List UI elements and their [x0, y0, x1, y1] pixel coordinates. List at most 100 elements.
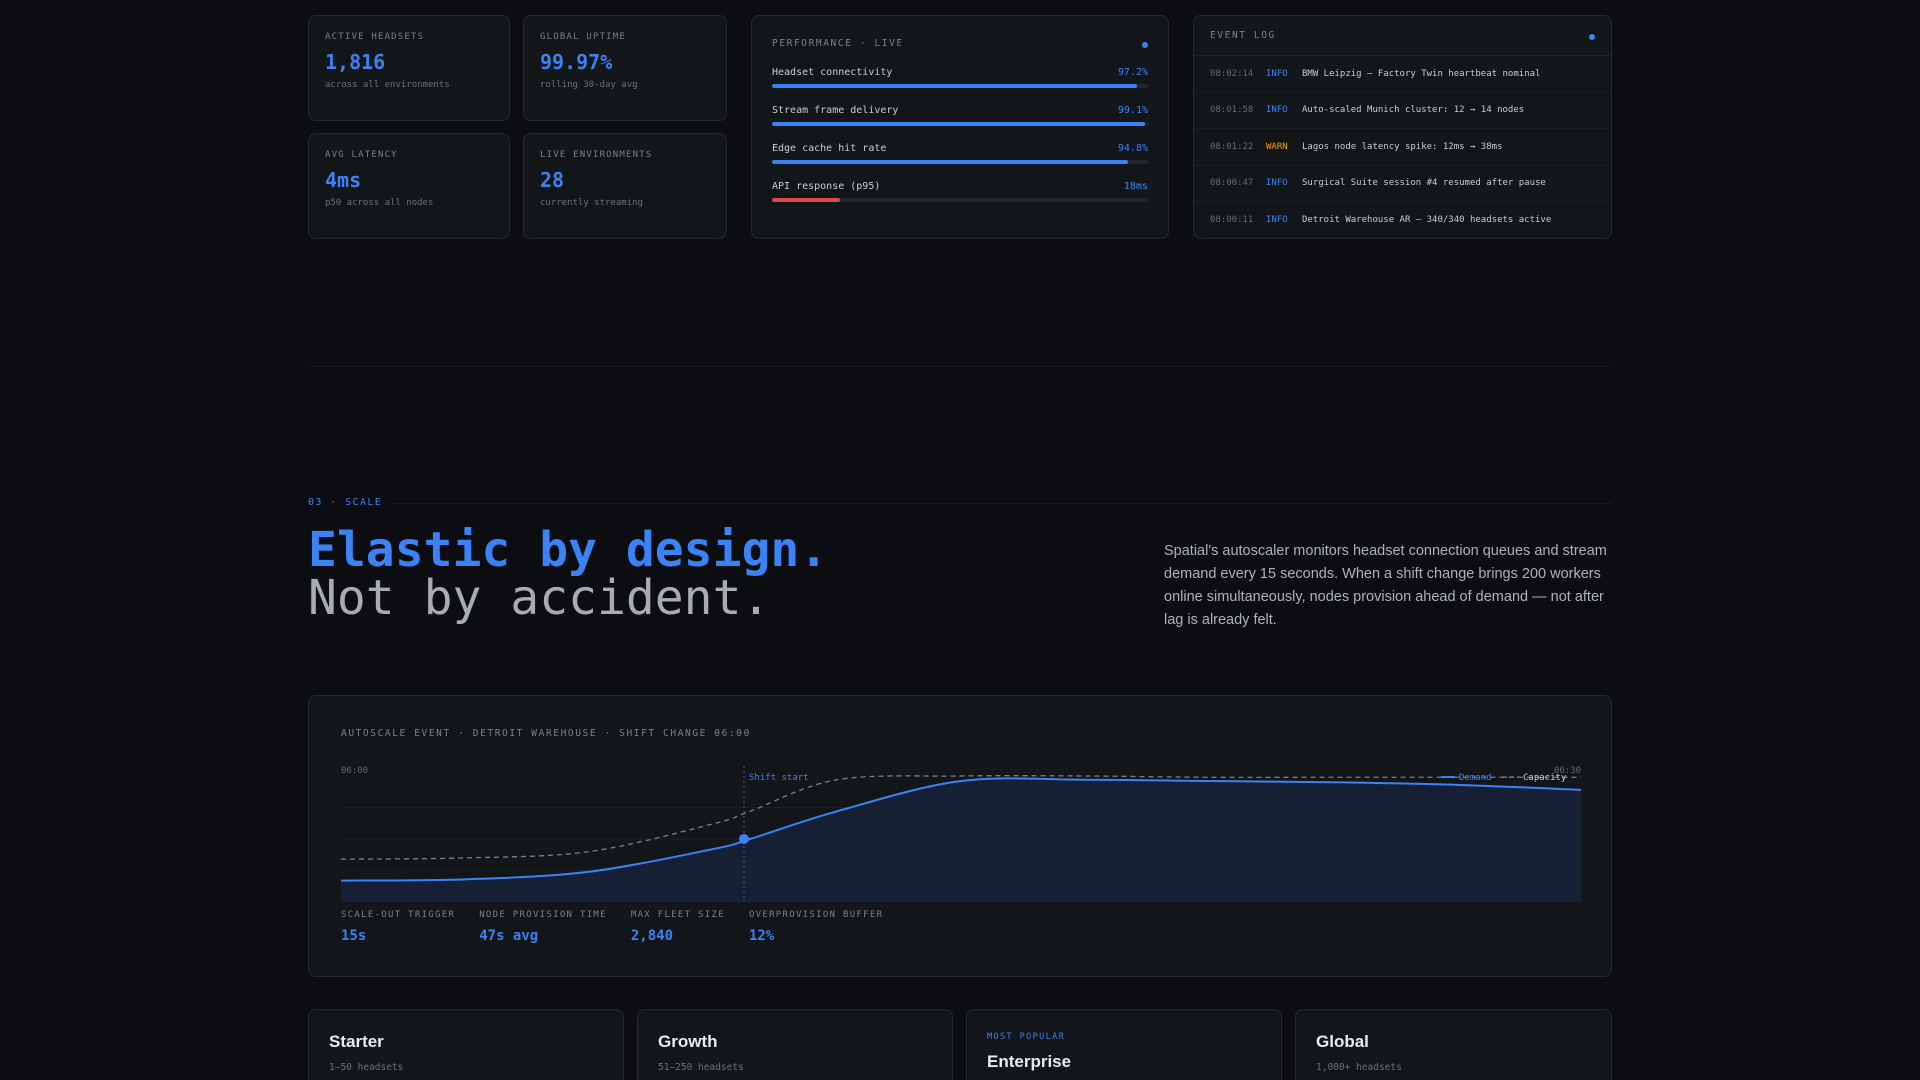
stat-sub: p50 across all nodes: [325, 198, 434, 208]
metric-bar-fill: [772, 160, 1129, 164]
metric-label: Edge cache hit rate: [772, 143, 887, 154]
stat-card-active-headsets: ACTIVE HEADSETS 1,816 across all environ…: [308, 15, 510, 121]
log-message: Detroit Warehouse AR — 340/340 headsets …: [1302, 215, 1552, 226]
log-message: Surgical Suite session #4 resumed after …: [1302, 178, 1546, 189]
log-level: INFO: [1266, 68, 1288, 79]
metric-value: 99.1%: [1117, 105, 1148, 116]
performance-metric: Edge cache hit rate 94.8%: [772, 143, 1148, 164]
metric-bar: [772, 84, 1148, 88]
log-time: 08:02:14: [1210, 68, 1254, 79]
log-time: 08:01:22: [1210, 141, 1254, 152]
metric-bar: [772, 198, 1148, 202]
live-indicator-icon: [1142, 42, 1148, 48]
live-indicator-icon: [1589, 34, 1595, 40]
autoscale-stat-label: SCALE-OUT TRIGGER: [341, 910, 456, 920]
stat-value: 28: [540, 168, 565, 192]
autoscale-stat: NODE PROVISION TIME 47s avg: [479, 910, 607, 944]
event-log-row[interactable]: 08:01:58 INFO Auto-scaled Munich cluster: …: [1194, 93, 1611, 129]
event-log-card: EVENT LOG 08:02:14 INFO BMW Leipzig — Fact…: [1193, 15, 1612, 239]
section-eyebrow: 03 · SCALE: [308, 497, 383, 508]
x-tick-label: 06:00: [341, 766, 368, 776]
metric-bar: [772, 160, 1148, 164]
autoscale-stat: SCALE-OUT TRIGGER 15s: [341, 910, 455, 944]
metric-value: 97.2%: [1117, 67, 1148, 78]
stat-sub: rolling 30-day avg: [540, 80, 638, 90]
event-log-row[interactable]: 08:02:14 INFO BMW Leipzig — Factory Twin h…: [1194, 56, 1611, 93]
stat-sub: across all environments: [325, 80, 450, 90]
stat-value: 1,816: [325, 50, 386, 74]
performance-card: PERFORMANCE · LIVE Headset connectivity 9…: [751, 15, 1169, 239]
autoscale-stats: SCALE-OUT TRIGGER 15s NODE PROVISION TIME 4…: [341, 910, 883, 944]
autoscale-stat: OVERPROVISION BUFFER 12%: [749, 910, 883, 944]
log-time: 08:01:58: [1210, 105, 1254, 116]
autoscale-stat-value: 12%: [748, 928, 775, 944]
stat-card-global-uptime: GLOBAL UPTIME 99.97% rolling 30-day avg: [523, 15, 727, 121]
event-log-row[interactable]: 08:00:47 INFO Surgical Suite session #4 re…: [1194, 166, 1611, 202]
log-level: INFO: [1266, 178, 1288, 189]
metric-bar-fill: [772, 198, 840, 202]
log-message: Lagos node latency spike: 12ms → 38ms: [1302, 141, 1503, 152]
autoscale-stat-label: NODE PROVISION TIME: [479, 910, 607, 920]
metric-label: API response (p95): [772, 181, 881, 192]
log-level: WARN: [1266, 141, 1288, 152]
plan-range: 1–50 headsets: [329, 1062, 404, 1073]
autoscale-stat-value: 47s avg: [479, 928, 539, 944]
plan-name: Global: [1316, 1032, 1369, 1051]
stat-label: ACTIVE HEADSETS: [325, 32, 425, 42]
plan-range: 51–250 headsets: [658, 1062, 744, 1073]
shift-start-point: [739, 834, 749, 844]
metric-label: Stream frame delivery: [772, 105, 899, 116]
event-log-title: EVENT LOG: [1210, 30, 1276, 41]
autoscale-title: AUTOSCALE EVENT · DETROIT WAREHOUSE · SH…: [341, 728, 751, 739]
autoscale-stat-value: 2,840: [630, 928, 674, 944]
event-log-row[interactable]: 08:00:11 INFO Detroit Warehouse AR — 340/3…: [1194, 202, 1611, 238]
stat-value: 4ms: [325, 168, 362, 192]
autoscale-stat-value: 15s: [341, 928, 367, 944]
log-message: BMW Leipzig — Factory Twin heartbeat nom…: [1302, 68, 1541, 79]
autoscale-stat: MAX FLEET SIZE 2,840: [631, 910, 725, 944]
stat-card-live-environments: LIVE ENVIRONMENTS 28 currently streaming: [523, 133, 727, 239]
log-level: INFO: [1266, 215, 1288, 226]
log-level: INFO: [1266, 105, 1288, 116]
plan-card-enterprise[interactable]: MOST POPULAR Enterprise: [966, 1009, 1282, 1080]
legend-demand-label: Demand: [1459, 773, 1492, 783]
stat-label: GLOBAL UPTIME: [540, 32, 627, 42]
stat-label: AVG LATENCY: [325, 150, 398, 160]
event-log-header: EVENT LOG: [1194, 16, 1611, 56]
stat-label: LIVE ENVIRONMENTS: [540, 150, 653, 160]
section-divider: [308, 366, 1612, 367]
performance-title: PERFORMANCE · LIVE: [772, 38, 904, 49]
legend-capacity-label: Capacity: [1523, 773, 1567, 783]
plan-badge: MOST POPULAR: [987, 1032, 1066, 1042]
plan-name: Enterprise: [987, 1052, 1072, 1071]
demand-area: [341, 778, 1581, 902]
plan-card-global[interactable]: Global 1,000+ headsets: [1295, 1009, 1612, 1080]
metric-bar-fill: [772, 122, 1145, 126]
metric-bar: [772, 122, 1148, 126]
section-lede: Spatial's autoscaler monitors headset co…: [1164, 543, 1607, 628]
event-log-row[interactable]: 08:01:22 WARN Lagos node latency spike: 12…: [1194, 129, 1611, 166]
shift-start-label: Shift start: [749, 773, 809, 783]
stat-card-avg-latency: AVG LATENCY 4ms p50 across all nodes: [308, 133, 510, 239]
performance-metric: Headset connectivity 97.2%: [772, 67, 1148, 88]
plan-name: Starter: [329, 1032, 384, 1051]
performance-metric: API response (p95) 18ms: [772, 181, 1148, 202]
plan-card-growth[interactable]: Growth 51–250 headsets: [637, 1009, 953, 1080]
stat-value: 99.97%: [540, 50, 613, 74]
plan-card-starter[interactable]: Starter 1–50 headsets: [308, 1009, 624, 1080]
log-time: 08:00:11: [1210, 215, 1254, 226]
headline-secondary: Not by accident.: [308, 570, 771, 626]
autoscale-chart-card: AUTOSCALE EVENT · DETROIT WAREHOUSE · SH…: [308, 695, 1612, 977]
autoscale-stat-label: OVERPROVISION BUFFER: [748, 910, 884, 920]
plan-name: Growth: [658, 1032, 718, 1051]
performance-metric: Stream frame delivery 99.1%: [772, 105, 1148, 126]
eyebrow-rule: [392, 503, 1612, 504]
event-log-list[interactable]: 08:02:14 INFO BMW Leipzig — Factory Twin h…: [1194, 56, 1611, 238]
metric-value: 18ms: [1123, 181, 1148, 192]
metric-bar-fill: [772, 84, 1138, 88]
metric-value: 94.8%: [1117, 143, 1148, 154]
log-message: Auto-scaled Munich cluster: 12 → 14 node…: [1302, 105, 1525, 116]
log-time: 08:00:47: [1210, 178, 1254, 189]
metric-label: Headset connectivity: [772, 67, 893, 78]
plan-range: 1,000+ headsets: [1316, 1062, 1402, 1073]
